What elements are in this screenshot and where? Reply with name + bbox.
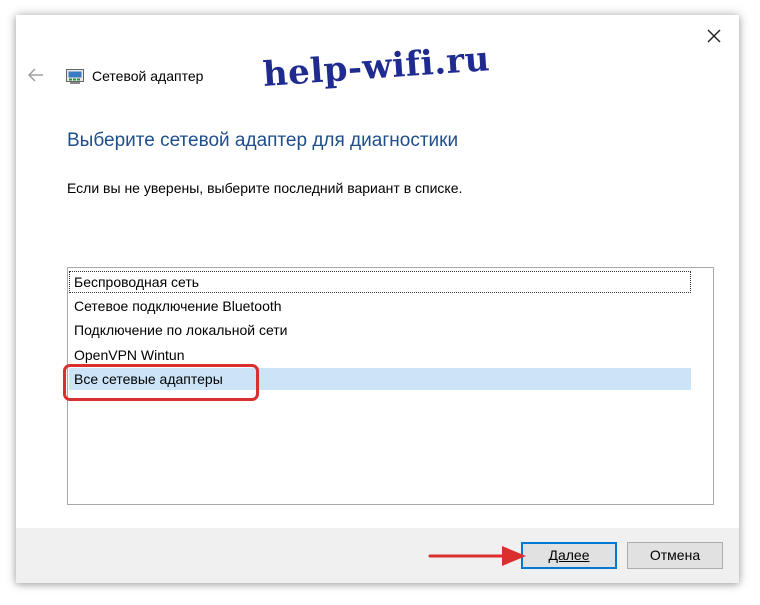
dialog-footer: Далее Отмена (16, 528, 739, 583)
arrow-left-icon (28, 68, 43, 82)
dialog-title: Сетевой адаптер (92, 68, 204, 84)
adapter-listbox[interactable]: Беспроводная сеть Сетевое подключение Bl… (67, 267, 714, 505)
close-icon (707, 29, 721, 43)
screenshot-stage: Сетевой адаптер help-wifi.ru Выберите се… (0, 0, 760, 605)
instruction-text: Если вы не уверены, выберите последний в… (67, 180, 463, 196)
list-item-bluetooth[interactable]: Сетевое подключение Bluetooth (69, 295, 691, 317)
next-button-label: Далее (548, 547, 590, 563)
list-item-all-adapters[interactable]: Все сетевые адаптеры (69, 368, 691, 390)
close-button[interactable] (703, 25, 725, 47)
back-button[interactable] (26, 66, 46, 84)
next-button[interactable]: Далее (521, 542, 617, 569)
list-item-local-network[interactable]: Подключение по локальной сети (69, 319, 691, 341)
list-item-wireless[interactable]: Беспроводная сеть (69, 271, 691, 293)
network-adapter-dialog: Сетевой адаптер help-wifi.ru Выберите се… (16, 15, 739, 583)
page-heading: Выберите сетевой адаптер для диагностики (67, 130, 459, 151)
dialog-header: Сетевой адаптер (66, 67, 203, 85)
network-adapter-icon (66, 68, 84, 84)
cancel-button[interactable]: Отмена (627, 542, 723, 569)
list-item-openvpn[interactable]: OpenVPN Wintun (69, 344, 691, 366)
watermark-text: help-wifi.ru (261, 39, 492, 95)
